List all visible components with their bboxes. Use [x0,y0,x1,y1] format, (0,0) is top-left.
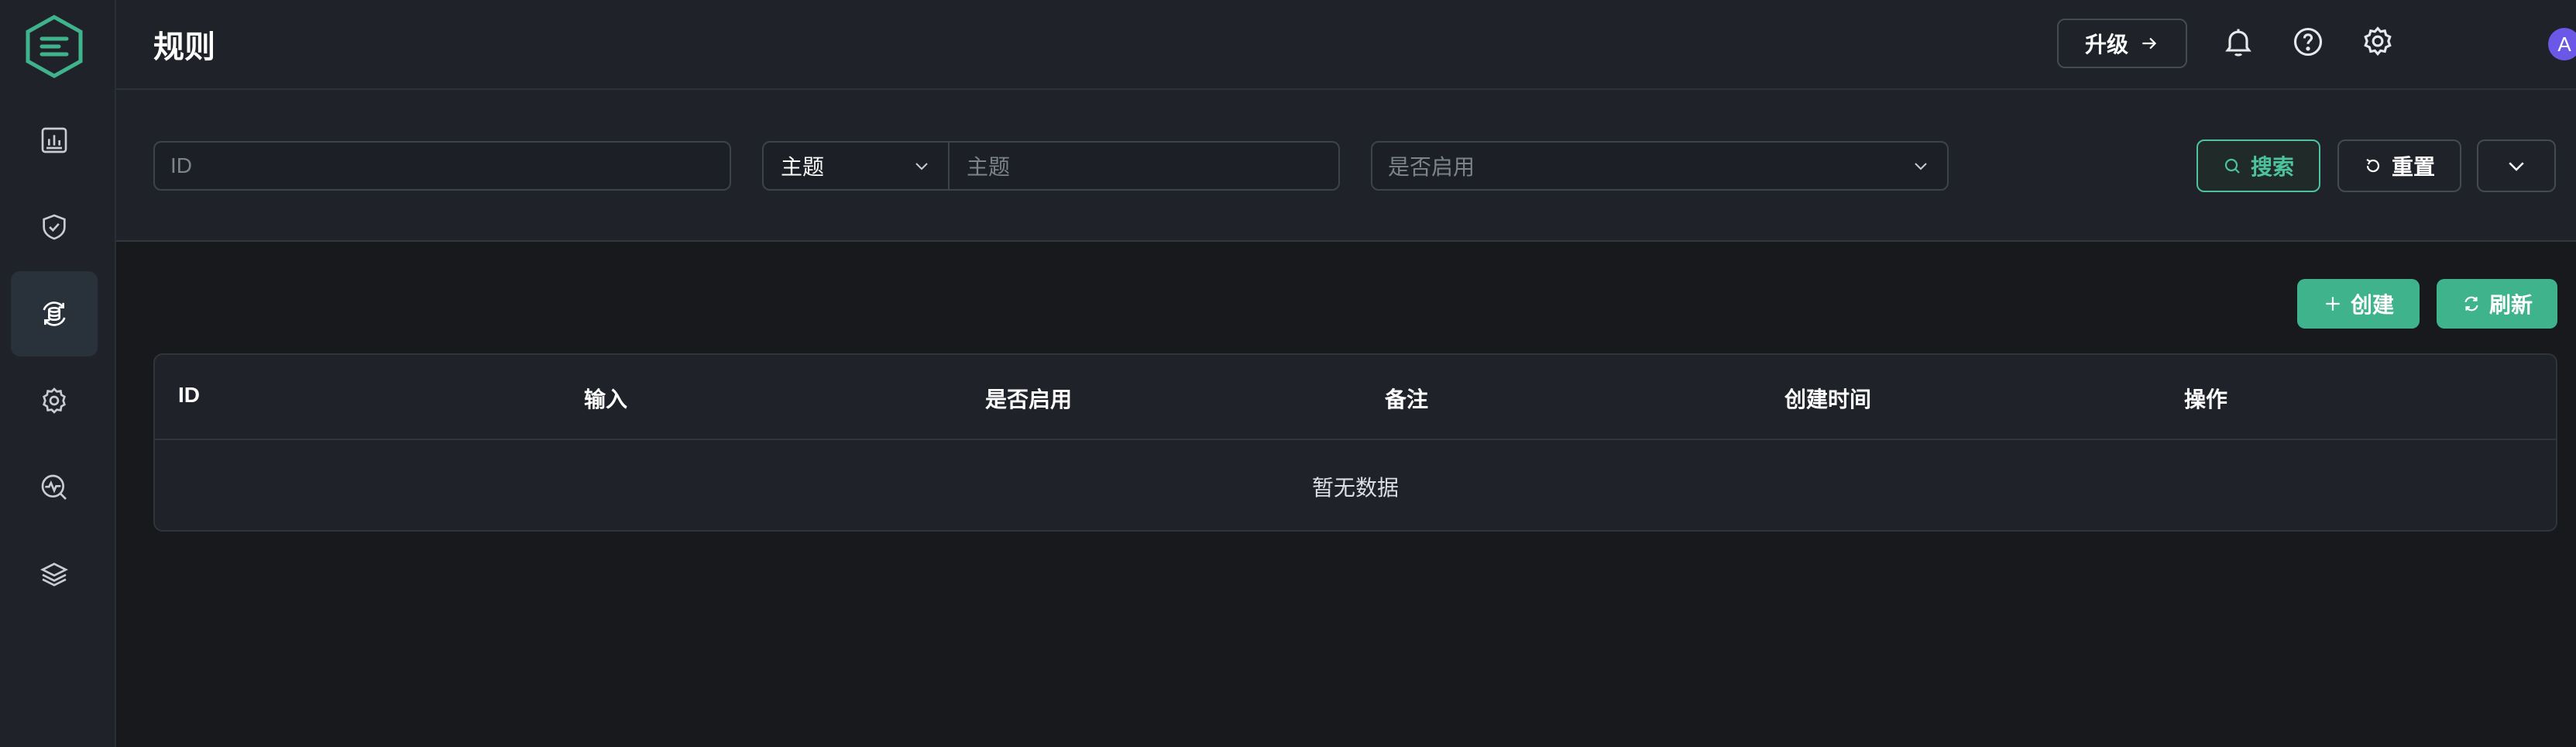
topic-placeholder: 主题 [967,155,1011,179]
column-header-input[interactable]: 输入 [584,383,627,414]
chevron-down-icon [915,163,928,170]
filter-bar: ID 主题 主题 是否启用 搜索 重置 [116,90,2576,242]
top-header: 规则 升级 A admin [116,0,2576,90]
emqx-logo-icon[interactable] [23,14,85,79]
topic-input[interactable]: 主题 [948,141,1340,191]
chevron-down-icon [2509,162,2524,171]
column-header-note[interactable]: 备注 [1385,383,1428,414]
page-title: 规则 [153,30,215,64]
gear-icon[interactable] [2361,25,2395,59]
search-label: 搜索 [2250,155,2294,179]
expand-filters-button[interactable] [2477,139,2556,192]
reset-icon [2366,159,2380,173]
bell-icon[interactable] [2221,25,2255,59]
search-icon [2224,158,2240,174]
help-icon[interactable] [2291,25,2325,59]
id-placeholder: ID [170,153,192,177]
layers-icon [40,563,68,587]
topic-field-select[interactable]: 主题 [762,141,950,191]
column-header-enabled[interactable]: 是否启用 [985,383,1072,414]
enabled-placeholder: 是否启用 [1388,155,1475,179]
sidebar-item-dashboard[interactable] [11,98,98,183]
shield-check-icon [43,214,66,240]
topic-select-value: 主题 [781,155,825,179]
chevron-down-icon [1915,163,1927,170]
refresh-label: 刷新 [2488,293,2533,317]
create-button[interactable]: 创建 [2297,279,2420,329]
table-header: ID 输入 是否启用 备注 创建时间 操作 [155,355,2556,440]
data-integration-icon [43,301,66,326]
search-button[interactable]: 搜索 [2196,139,2320,192]
refresh-button[interactable]: 刷新 [2437,279,2557,329]
rules-table: ID 输入 是否启用 备注 创建时间 操作 暂无数据 [153,353,2557,532]
column-header-actions[interactable]: 操作 [2184,383,2227,414]
upgrade-label: 升级 [2084,33,2128,57]
refresh-icon [2464,296,2478,312]
settings-gear-icon [43,387,66,414]
sidebar [0,0,116,747]
enabled-select[interactable]: 是否启用 [1371,141,1949,191]
sidebar-item-integration[interactable] [11,271,98,356]
sidebar-item-extensions[interactable] [11,532,98,617]
plus-icon [2326,297,2340,311]
sidebar-item-access-control[interactable] [11,184,98,270]
column-header-id[interactable]: ID [178,383,200,408]
create-label: 创建 [2350,293,2394,317]
empty-state-text: 暂无数据 [1311,476,1399,500]
reset-label: 重置 [2391,155,2435,179]
column-header-created-at[interactable]: 创建时间 [1784,383,1871,414]
sidebar-item-management[interactable] [11,358,98,443]
avatar[interactable]: A [2548,28,2576,60]
upgrade-button[interactable]: 升级 [2057,19,2187,68]
reset-button[interactable]: 重置 [2337,139,2461,192]
diagnose-pulse-icon [41,474,67,500]
arrow-right-icon [2142,37,2157,50]
dashboard-chart-icon [41,127,67,153]
id-search-input[interactable]: ID [153,141,731,191]
sidebar-item-diagnose[interactable] [11,445,98,530]
